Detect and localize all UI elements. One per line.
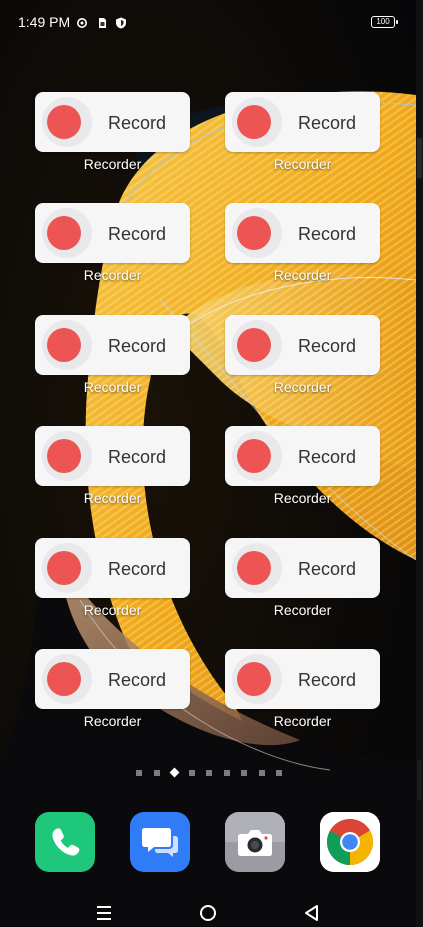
sim-card-icon [96, 16, 108, 28]
page-indicator-dot[interactable] [206, 770, 212, 776]
menu-icon [97, 906, 111, 920]
record-dot-icon [47, 662, 81, 696]
widget-caption[interactable]: Recorder [225, 602, 380, 618]
record-button-label: Record [298, 113, 357, 133]
widget-caption[interactable]: Recorder [225, 379, 380, 395]
page-indicator-current[interactable] [169, 767, 179, 778]
messages-icon [142, 828, 178, 857]
record-button[interactable]: Record [225, 426, 380, 486]
record-dot-icon [237, 105, 271, 139]
page-indicator-dot[interactable] [276, 770, 282, 776]
record-dot-icon [237, 662, 271, 696]
home-icon [200, 905, 216, 921]
record-button-label: Record [298, 336, 357, 356]
screen-edge [416, 0, 423, 927]
home-screen: 1:49 PM 100 Record Recorder Record Recorder… [0, 0, 416, 927]
messages-app[interactable] [130, 812, 190, 872]
recorder-widget: Record Recorder [35, 92, 190, 172]
recorder-widget: Record Recorder [35, 315, 190, 395]
widget-caption[interactable]: Recorder [35, 379, 190, 395]
battery-indicator: 100 [371, 16, 398, 28]
status-bar: 1:49 PM 100 [0, 0, 416, 44]
page-indicator-dot[interactable] [258, 770, 265, 776]
home-button[interactable] [193, 898, 223, 927]
recorder-widget: Record Recorder [225, 538, 380, 618]
shield-icon [115, 16, 127, 29]
record-button-label: Record [108, 224, 167, 244]
status-time: 1:49 PM [18, 14, 71, 30]
settings-gear-icon [76, 16, 88, 28]
record-dot-icon [237, 216, 271, 250]
record-button-label: Record [298, 670, 357, 690]
widget-caption[interactable]: Recorder [225, 156, 380, 172]
record-button-label: Record [298, 224, 357, 244]
chrome-app[interactable] [320, 812, 380, 872]
record-dot-icon [47, 551, 81, 585]
recorder-widget: Record Recorder [35, 203, 190, 283]
widget-caption[interactable]: Recorder [225, 713, 380, 729]
widget-caption[interactable]: Recorder [35, 267, 190, 283]
record-button[interactable]: Record [35, 315, 190, 375]
page-indicator-dot[interactable] [223, 770, 230, 776]
page-indicator-dot[interactable] [153, 770, 160, 776]
camera-app[interactable] [225, 812, 285, 872]
page-indicator-dot[interactable] [188, 770, 195, 776]
phone-app[interactable] [35, 812, 95, 872]
record-button[interactable]: Record [225, 92, 380, 152]
record-dot-icon [47, 328, 81, 362]
recorder-widget: Record Recorder [225, 203, 380, 283]
widget-caption[interactable]: Recorder [35, 713, 190, 729]
page-indicator-dot[interactable] [241, 770, 247, 776]
record-button[interactable]: Record [35, 203, 190, 263]
record-dot-icon [237, 551, 271, 585]
record-button[interactable]: Record [225, 203, 380, 263]
widget-caption[interactable]: Recorder [35, 602, 190, 618]
recorder-widget: Record Recorder [225, 649, 380, 729]
record-button-label: Record [108, 336, 167, 356]
widget-caption[interactable]: Recorder [225, 267, 380, 283]
record-button[interactable]: Record [35, 426, 190, 486]
recorder-widget: Record Recorder [225, 315, 380, 395]
recorder-widget: Record Recorder [225, 92, 380, 172]
back-icon [305, 905, 318, 921]
widget-caption[interactable]: Recorder [35, 490, 190, 506]
record-button[interactable]: Record [225, 538, 380, 598]
page-indicator[interactable] [133, 767, 293, 778]
chrome-icon [320, 812, 380, 872]
widget-caption[interactable]: Recorder [225, 490, 380, 506]
record-dot-icon [47, 439, 81, 473]
record-button[interactable]: Record [225, 649, 380, 709]
page-indicator-dot[interactable] [136, 770, 142, 776]
recorder-widget: Record Recorder [35, 538, 190, 618]
camera-icon [225, 812, 285, 872]
record-button-label: Record [108, 113, 167, 133]
record-dot-icon [47, 216, 81, 250]
menu-button[interactable] [89, 898, 119, 927]
phone-icon [52, 828, 80, 856]
record-dot-icon [47, 105, 81, 139]
record-button-label: Record [108, 447, 167, 467]
record-button[interactable]: Record [35, 649, 190, 709]
record-button[interactable]: Record [35, 92, 190, 152]
record-dot-icon [237, 439, 271, 473]
recorder-widget: Record Recorder [35, 649, 190, 729]
widget-caption[interactable]: Recorder [35, 156, 190, 172]
record-button[interactable]: Record [225, 315, 380, 375]
record-button-label: Record [298, 447, 357, 467]
record-button-label: Record [298, 559, 357, 579]
recorder-widget: Record Recorder [35, 426, 190, 506]
record-dot-icon [237, 328, 271, 362]
record-button[interactable]: Record [35, 538, 190, 598]
record-button-label: Record [108, 670, 167, 690]
record-button-label: Record [108, 559, 167, 579]
recorder-widget: Record Recorder [225, 426, 380, 506]
back-button[interactable] [297, 898, 327, 927]
